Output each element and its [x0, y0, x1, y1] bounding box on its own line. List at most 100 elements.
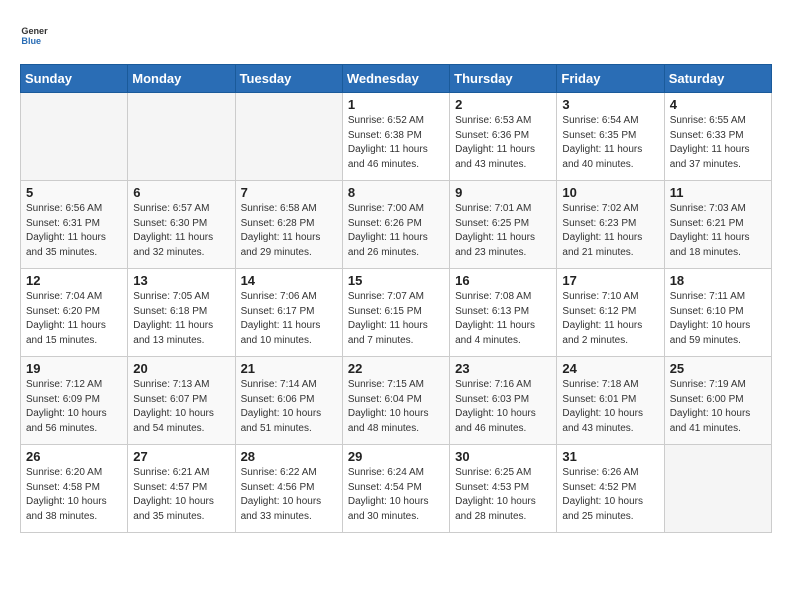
calendar-cell: [235, 93, 342, 181]
day-info: Sunrise: 6:55 AM Sunset: 6:33 PM Dayligh…: [670, 114, 766, 172]
day-number: 17: [562, 273, 658, 288]
weekday-header-friday: Friday: [557, 65, 664, 93]
day-number: 6: [133, 185, 229, 200]
calendar-cell: 8 Sunrise: 7:00 AM Sunset: 6:26 PM Daylig…: [342, 181, 449, 269]
day-info: Sunrise: 7:19 AM Sunset: 6:00 PM Dayligh…: [670, 378, 766, 436]
calendar-cell: 13 Sunrise: 7:05 AM Sunset: 6:18 PM Dayli…: [128, 269, 235, 357]
weekday-header-sunday: Sunday: [21, 65, 128, 93]
day-info: Sunrise: 7:03 AM Sunset: 6:21 PM Dayligh…: [670, 202, 766, 260]
logo-icon: General Blue: [20, 20, 48, 48]
day-info: Sunrise: 6:57 AM Sunset: 6:30 PM Dayligh…: [133, 202, 229, 260]
day-number: 22: [348, 361, 444, 376]
day-number: 3: [562, 97, 658, 112]
day-info: Sunrise: 6:20 AM Sunset: 4:58 PM Dayligh…: [26, 466, 122, 524]
day-info: Sunrise: 6:24 AM Sunset: 4:54 PM Dayligh…: [348, 466, 444, 524]
calendar-cell: 6 Sunrise: 6:57 AM Sunset: 6:30 PM Daylig…: [128, 181, 235, 269]
weekday-header-row: SundayMondayTuesdayWednesdayThursdayFrid…: [21, 65, 772, 93]
calendar-week-row: 1 Sunrise: 6:52 AM Sunset: 6:38 PM Daylig…: [21, 93, 772, 181]
calendar-cell: 7Sunrise: 6:58 AM Sunset: 6:28 PM Daylig…: [235, 181, 342, 269]
day-info: Sunrise: 7:16 AM Sunset: 6:03 PM Dayligh…: [455, 378, 551, 436]
calendar-cell: 20Sunrise: 7:13 AM Sunset: 6:07 PM Dayli…: [128, 357, 235, 445]
day-number: 1: [348, 97, 444, 112]
day-info: Sunrise: 6:56 AM Sunset: 6:31 PM Dayligh…: [26, 202, 122, 260]
calendar-cell: 31Sunrise: 6:26 AM Sunset: 4:52 PM Dayli…: [557, 445, 664, 533]
calendar-cell: 11 Sunrise: 7:03 AM Sunset: 6:21 PM Dayli…: [664, 181, 771, 269]
calendar-cell: [21, 93, 128, 181]
day-number: 16: [455, 273, 551, 288]
day-info: Sunrise: 7:14 AM Sunset: 6:06 PM Dayligh…: [241, 378, 337, 436]
day-number: 18: [670, 273, 766, 288]
calendar-cell: 17 Sunrise: 7:10 AM Sunset: 6:12 PM Dayli…: [557, 269, 664, 357]
day-number: 28: [241, 449, 337, 464]
calendar-cell: 30 Sunrise: 6:25 AM Sunset: 4:53 PM Dayli…: [450, 445, 557, 533]
day-info: Sunrise: 6:53 AM Sunset: 6:36 PM Dayligh…: [455, 114, 551, 172]
calendar-cell: 1 Sunrise: 6:52 AM Sunset: 6:38 PM Daylig…: [342, 93, 449, 181]
day-info: Sunrise: 7:13 AM Sunset: 6:07 PM Dayligh…: [133, 378, 229, 436]
day-info: Sunrise: 7:08 AM Sunset: 6:13 PM Dayligh…: [455, 290, 551, 348]
day-number: 11: [670, 185, 766, 200]
calendar-cell: 29 Sunrise: 6:24 AM Sunset: 4:54 PM Dayli…: [342, 445, 449, 533]
weekday-header-wednesday: Wednesday: [342, 65, 449, 93]
calendar-cell: [664, 445, 771, 533]
calendar-cell: [128, 93, 235, 181]
day-number: 15: [348, 273, 444, 288]
day-number: 12: [26, 273, 122, 288]
weekday-header-thursday: Thursday: [450, 65, 557, 93]
calendar-cell: 26 Sunrise: 6:20 AM Sunset: 4:58 PM Dayli…: [21, 445, 128, 533]
day-number: 30: [455, 449, 551, 464]
day-number: 4: [670, 97, 766, 112]
calendar-cell: 16 Sunrise: 7:08 AM Sunset: 6:13 PM Dayli…: [450, 269, 557, 357]
calendar-cell: 21 Sunrise: 7:14 AM Sunset: 6:06 PM Dayli…: [235, 357, 342, 445]
calendar-cell: 19 Sunrise: 7:12 AM Sunset: 6:09 PM Dayli…: [21, 357, 128, 445]
calendar-cell: 2 Sunrise: 6:53 AM Sunset: 6:36 PM Daylig…: [450, 93, 557, 181]
day-number: 26: [26, 449, 122, 464]
svg-text:Blue: Blue: [21, 36, 41, 46]
day-info: Sunrise: 6:54 AM Sunset: 6:35 PM Dayligh…: [562, 114, 658, 172]
day-number: 13: [133, 273, 229, 288]
calendar-cell: 27 Sunrise: 6:21 AM Sunset: 4:57 PM Dayli…: [128, 445, 235, 533]
day-number: 2: [455, 97, 551, 112]
day-info: Sunrise: 7:18 AM Sunset: 6:01 PM Dayligh…: [562, 378, 658, 436]
day-number: 5: [26, 185, 122, 200]
day-info: Sunrise: 7:00 AM Sunset: 6:26 PM Dayligh…: [348, 202, 444, 260]
day-info: Sunrise: 7:15 AM Sunset: 6:04 PM Dayligh…: [348, 378, 444, 436]
calendar-cell: 28 Sunrise: 6:22 AM Sunset: 4:56 PM Dayli…: [235, 445, 342, 533]
day-info: Sunrise: 7:02 AM Sunset: 6:23 PM Dayligh…: [562, 202, 658, 260]
day-info: Sunrise: 7:07 AM Sunset: 6:15 PM Dayligh…: [348, 290, 444, 348]
calendar-cell: 25 Sunrise: 7:19 AM Sunset: 6:00 PM Dayli…: [664, 357, 771, 445]
calendar-week-row: 19 Sunrise: 7:12 AM Sunset: 6:09 PM Dayli…: [21, 357, 772, 445]
day-number: 8: [348, 185, 444, 200]
day-number: 31: [562, 449, 658, 464]
day-info: Sunrise: 7:06 AM Sunset: 6:17 PM Dayligh…: [241, 290, 337, 348]
page-header: General Blue: [20, 20, 772, 48]
day-info: Sunrise: 7:01 AM Sunset: 6:25 PM Dayligh…: [455, 202, 551, 260]
day-number: 14: [241, 273, 337, 288]
calendar-cell: 10 Sunrise: 7:02 AM Sunset: 6:23 PM Dayli…: [557, 181, 664, 269]
day-info: Sunrise: 6:52 AM Sunset: 6:38 PM Dayligh…: [348, 114, 444, 172]
calendar-cell: 23Sunrise: 7:16 AM Sunset: 6:03 PM Dayli…: [450, 357, 557, 445]
day-info: Sunrise: 7:04 AM Sunset: 6:20 PM Dayligh…: [26, 290, 122, 348]
calendar-table: SundayMondayTuesdayWednesdayThursdayFrid…: [20, 64, 772, 533]
day-info: Sunrise: 6:22 AM Sunset: 4:56 PM Dayligh…: [241, 466, 337, 524]
day-info: Sunrise: 7:05 AM Sunset: 6:18 PM Dayligh…: [133, 290, 229, 348]
calendar-cell: 9Sunrise: 7:01 AM Sunset: 6:25 PM Daylig…: [450, 181, 557, 269]
day-number: 21: [241, 361, 337, 376]
day-info: Sunrise: 6:25 AM Sunset: 4:53 PM Dayligh…: [455, 466, 551, 524]
day-number: 19: [26, 361, 122, 376]
day-number: 25: [670, 361, 766, 376]
weekday-header-saturday: Saturday: [664, 65, 771, 93]
day-number: 10: [562, 185, 658, 200]
day-number: 27: [133, 449, 229, 464]
calendar-cell: 12 Sunrise: 7:04 AM Sunset: 6:20 PM Dayli…: [21, 269, 128, 357]
calendar-cell: 24Sunrise: 7:18 AM Sunset: 6:01 PM Dayli…: [557, 357, 664, 445]
weekday-header-monday: Monday: [128, 65, 235, 93]
calendar-week-row: 26 Sunrise: 6:20 AM Sunset: 4:58 PM Dayli…: [21, 445, 772, 533]
day-info: Sunrise: 7:12 AM Sunset: 6:09 PM Dayligh…: [26, 378, 122, 436]
calendar-cell: 4 Sunrise: 6:55 AM Sunset: 6:33 PM Daylig…: [664, 93, 771, 181]
calendar-cell: 18Sunrise: 7:11 AM Sunset: 6:10 PM Dayli…: [664, 269, 771, 357]
day-info: Sunrise: 7:10 AM Sunset: 6:12 PM Dayligh…: [562, 290, 658, 348]
calendar-cell: 14 Sunrise: 7:06 AM Sunset: 6:17 PM Dayli…: [235, 269, 342, 357]
day-number: 29: [348, 449, 444, 464]
calendar-week-row: 5 Sunrise: 6:56 AM Sunset: 6:31 PM Daylig…: [21, 181, 772, 269]
day-info: Sunrise: 6:21 AM Sunset: 4:57 PM Dayligh…: [133, 466, 229, 524]
